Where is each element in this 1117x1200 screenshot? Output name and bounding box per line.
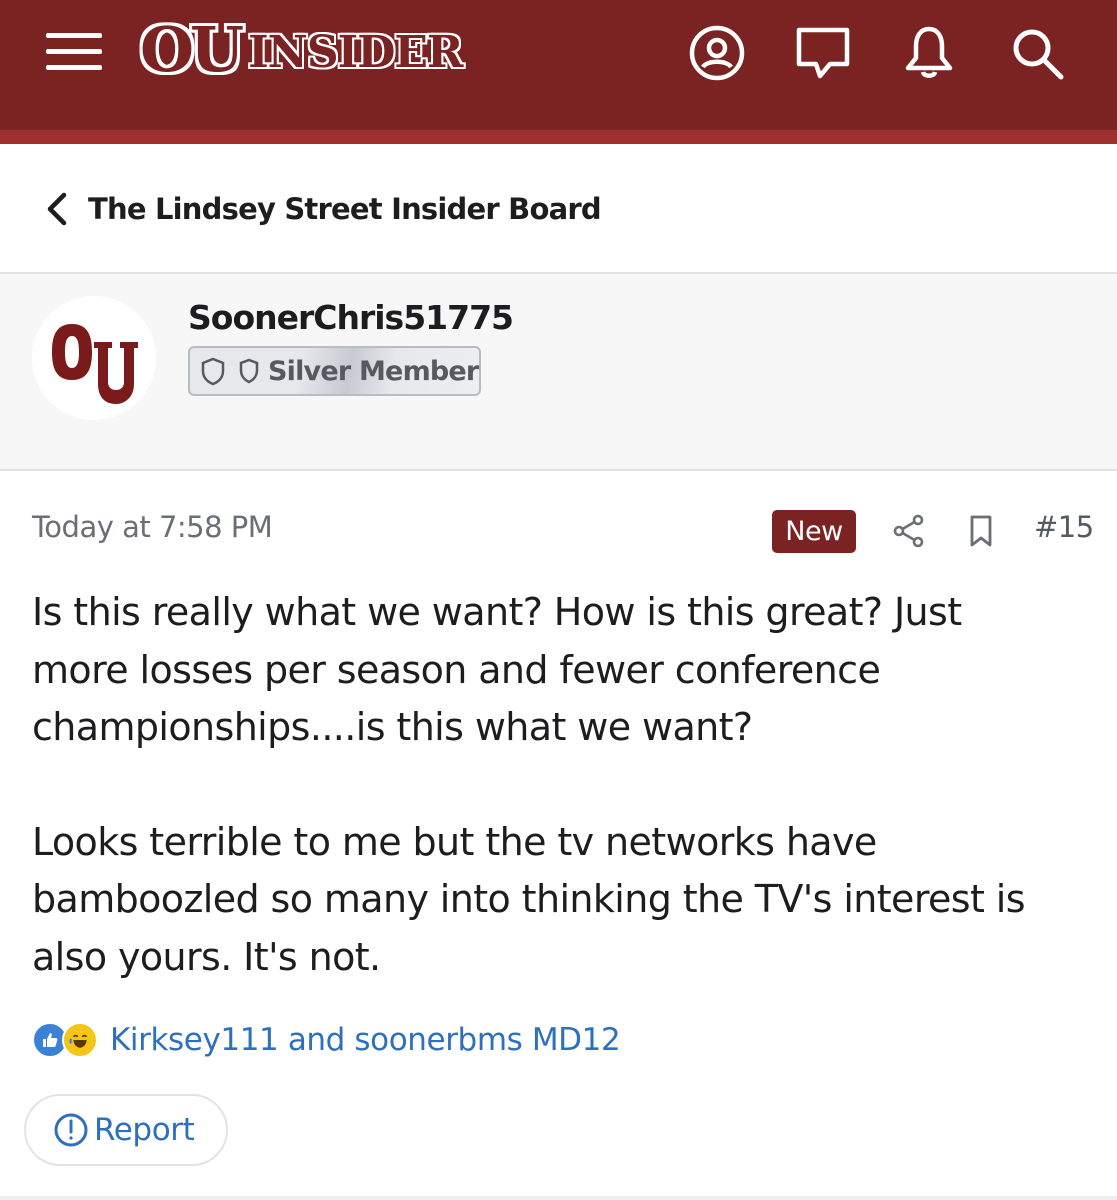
new-badge: New: [772, 510, 856, 553]
breadcrumb[interactable]: The Lindsey Street Insider Board: [44, 185, 602, 233]
bookmark-icon[interactable]: [968, 514, 994, 548]
rank-label: Silver Member: [268, 355, 479, 387]
author-username[interactable]: SoonerChris51775: [188, 298, 514, 337]
bell-icon[interactable]: [900, 24, 958, 82]
avatar[interactable]: [32, 296, 156, 420]
site-logo[interactable]: OU INSIDER: [140, 13, 464, 86]
reactions-bar[interactable]: Kirksey111 and soonerbms MD12: [32, 1018, 621, 1062]
divider: [0, 469, 1117, 471]
search-icon[interactable]: [1008, 24, 1066, 82]
reactors-link[interactable]: Kirksey111 and soonerbms MD12: [110, 1022, 621, 1058]
top-nav-border: [0, 130, 1117, 144]
post-author-block: SoonerChris51775 Silver Member: [0, 274, 1117, 470]
logo-insider: INSIDER: [248, 27, 463, 78]
divider: [0, 1196, 1117, 1200]
menu-icon[interactable]: [46, 30, 102, 72]
post-paragraph: Looks terrible to me but the tv networks…: [32, 819, 1026, 979]
shield-icon: [239, 358, 259, 384]
shield-icon: [201, 357, 225, 386]
post-paragraph: Is this really what we want? How is this…: [32, 590, 962, 749]
chevron-left-icon[interactable]: [44, 189, 70, 229]
post-timestamp[interactable]: Today at 7:58 PM: [32, 510, 273, 544]
logo-ou: OU: [140, 13, 244, 86]
member-rank-badge: Silver Member: [188, 346, 481, 396]
ou-logo-icon: [52, 324, 138, 404]
report-button[interactable]: Report: [24, 1094, 228, 1166]
share-icon[interactable]: [892, 514, 926, 548]
report-label: Report: [94, 1112, 195, 1148]
top-nav-bar: OU INSIDER: [0, 0, 1117, 130]
breadcrumb-label[interactable]: The Lindsey Street Insider Board: [88, 192, 602, 226]
account-icon[interactable]: [688, 24, 746, 82]
laugh-icon: [62, 1022, 98, 1058]
alert-icon: [54, 1113, 88, 1147]
post-number-link[interactable]: #15: [1034, 510, 1094, 544]
chat-icon[interactable]: [794, 24, 852, 82]
post-body: Is this really what we want? How is this…: [32, 584, 1092, 986]
